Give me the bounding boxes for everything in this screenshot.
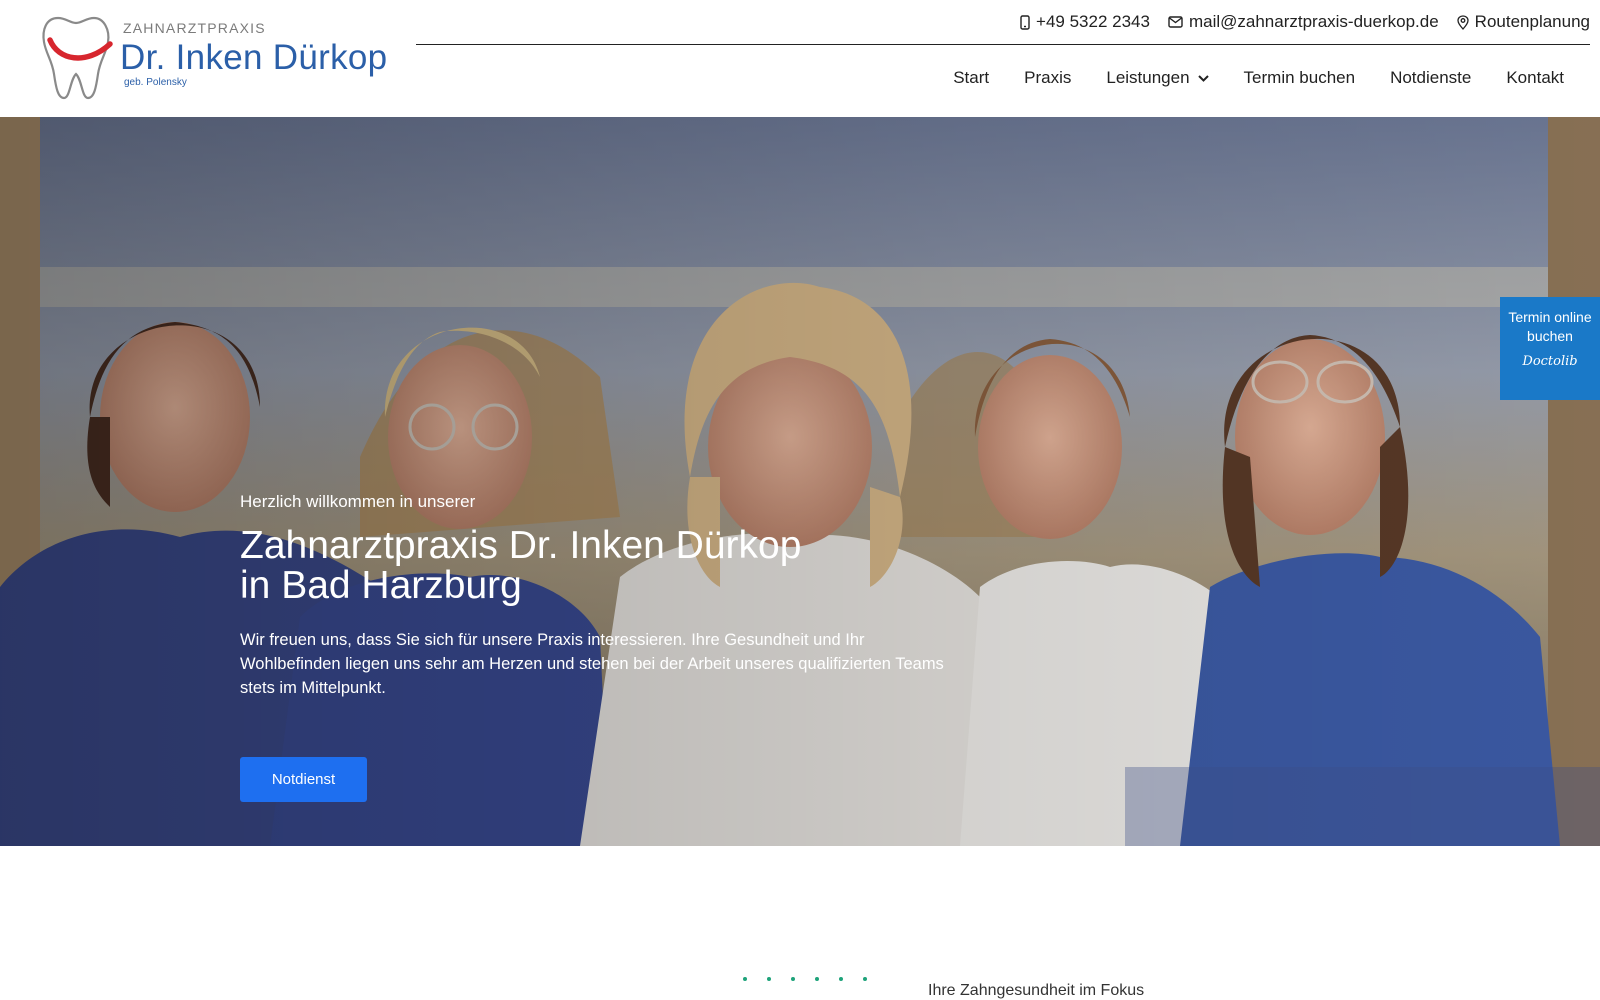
route-link[interactable]: Routenplanung [1457,12,1590,32]
logo-name: Dr. Inken Dürkop [120,38,388,77]
hero-description: Wir freuen uns, dass Sie sich für unsere… [240,631,944,697]
route-label: Routenplanung [1474,12,1590,31]
logo-pretitle: ZAHNARZTPRAXIS [123,20,266,36]
dot [863,977,867,981]
dot [839,977,843,981]
doctolib-label: Termin online buchen [1508,309,1592,344]
hero-section: Herzlich willkommen in unserer Zahnarztp… [0,117,1600,846]
team-photo [0,117,1600,846]
nav-notdienste[interactable]: Notdienste [1390,68,1471,88]
doctolib-booking-widget[interactable]: Termin online buchen Doctolib [1500,297,1600,400]
nav-start-label: Start [953,68,990,87]
dot [767,977,771,981]
dot [791,977,795,981]
doctolib-logo: Doctolib [1522,354,1578,369]
tooth-logo-icon [42,16,113,100]
header-divider [416,44,1590,45]
phone-link[interactable]: +49 5322 2343 [1020,12,1150,32]
dot [743,977,747,981]
phone-icon [1020,14,1030,30]
hero-content: Herzlich willkommen in unserer Zahnarztp… [240,492,970,700]
decorative-dots [743,977,867,981]
chevron-down-icon [1197,74,1209,82]
nav-praxis-label: Praxis [1024,68,1072,87]
hero-pretitle: Herzlich willkommen in unserer [240,492,476,511]
nav-termin-label: Termin buchen [1243,68,1356,87]
map-pin-icon [1457,14,1469,30]
nav-kontakt-label: Kontakt [1506,68,1564,87]
email-address: mail@zahnarztpraxis-duerkop.de [1188,12,1439,31]
hero-title-line-1: Zahnarztpraxis Dr. Inken Dürkop [240,524,802,567]
envelope-icon [1168,16,1183,28]
nav-termin[interactable]: Termin buchen [1244,68,1356,88]
notdienst-button[interactable]: Notdienst [240,757,367,802]
nav-leistungen-label: Leistungen [1106,68,1190,87]
nav-praxis[interactable]: Praxis [1024,68,1071,88]
site-header: ZAHNARZTPRAXIS Dr. Inken Dürkop geb. Pol… [0,0,1600,117]
email-link[interactable]: mail@zahnarztpraxis-duerkop.de [1168,12,1439,32]
nav-notdienste-label: Notdienste [1390,68,1472,87]
nav-leistungen[interactable]: Leistungen [1106,68,1209,88]
main-nav: Start Praxis Leistungen Termin buchen No… [953,68,1564,88]
nav-start[interactable]: Start [953,68,989,88]
contact-bar: +49 5322 2343 mail@zahnarztpraxis-duerko… [1020,8,1590,36]
logo[interactable]: ZAHNARZTPRAXIS Dr. Inken Dürkop geb. Pol… [40,14,387,100]
nav-kontakt[interactable]: Kontakt [1506,68,1564,88]
phone-number: +49 5322 2343 [1036,12,1150,31]
logo-subtitle: geb. Polensky [124,77,187,88]
hero-title: Zahnarztpraxis Dr. Inken Dürkop in Bad H… [240,526,970,606]
section-heading: Ihre Zahngesundheit im Fokus [928,982,1145,999]
hero-title-line-2: in Bad Harzburg [240,564,522,607]
dot [815,977,819,981]
